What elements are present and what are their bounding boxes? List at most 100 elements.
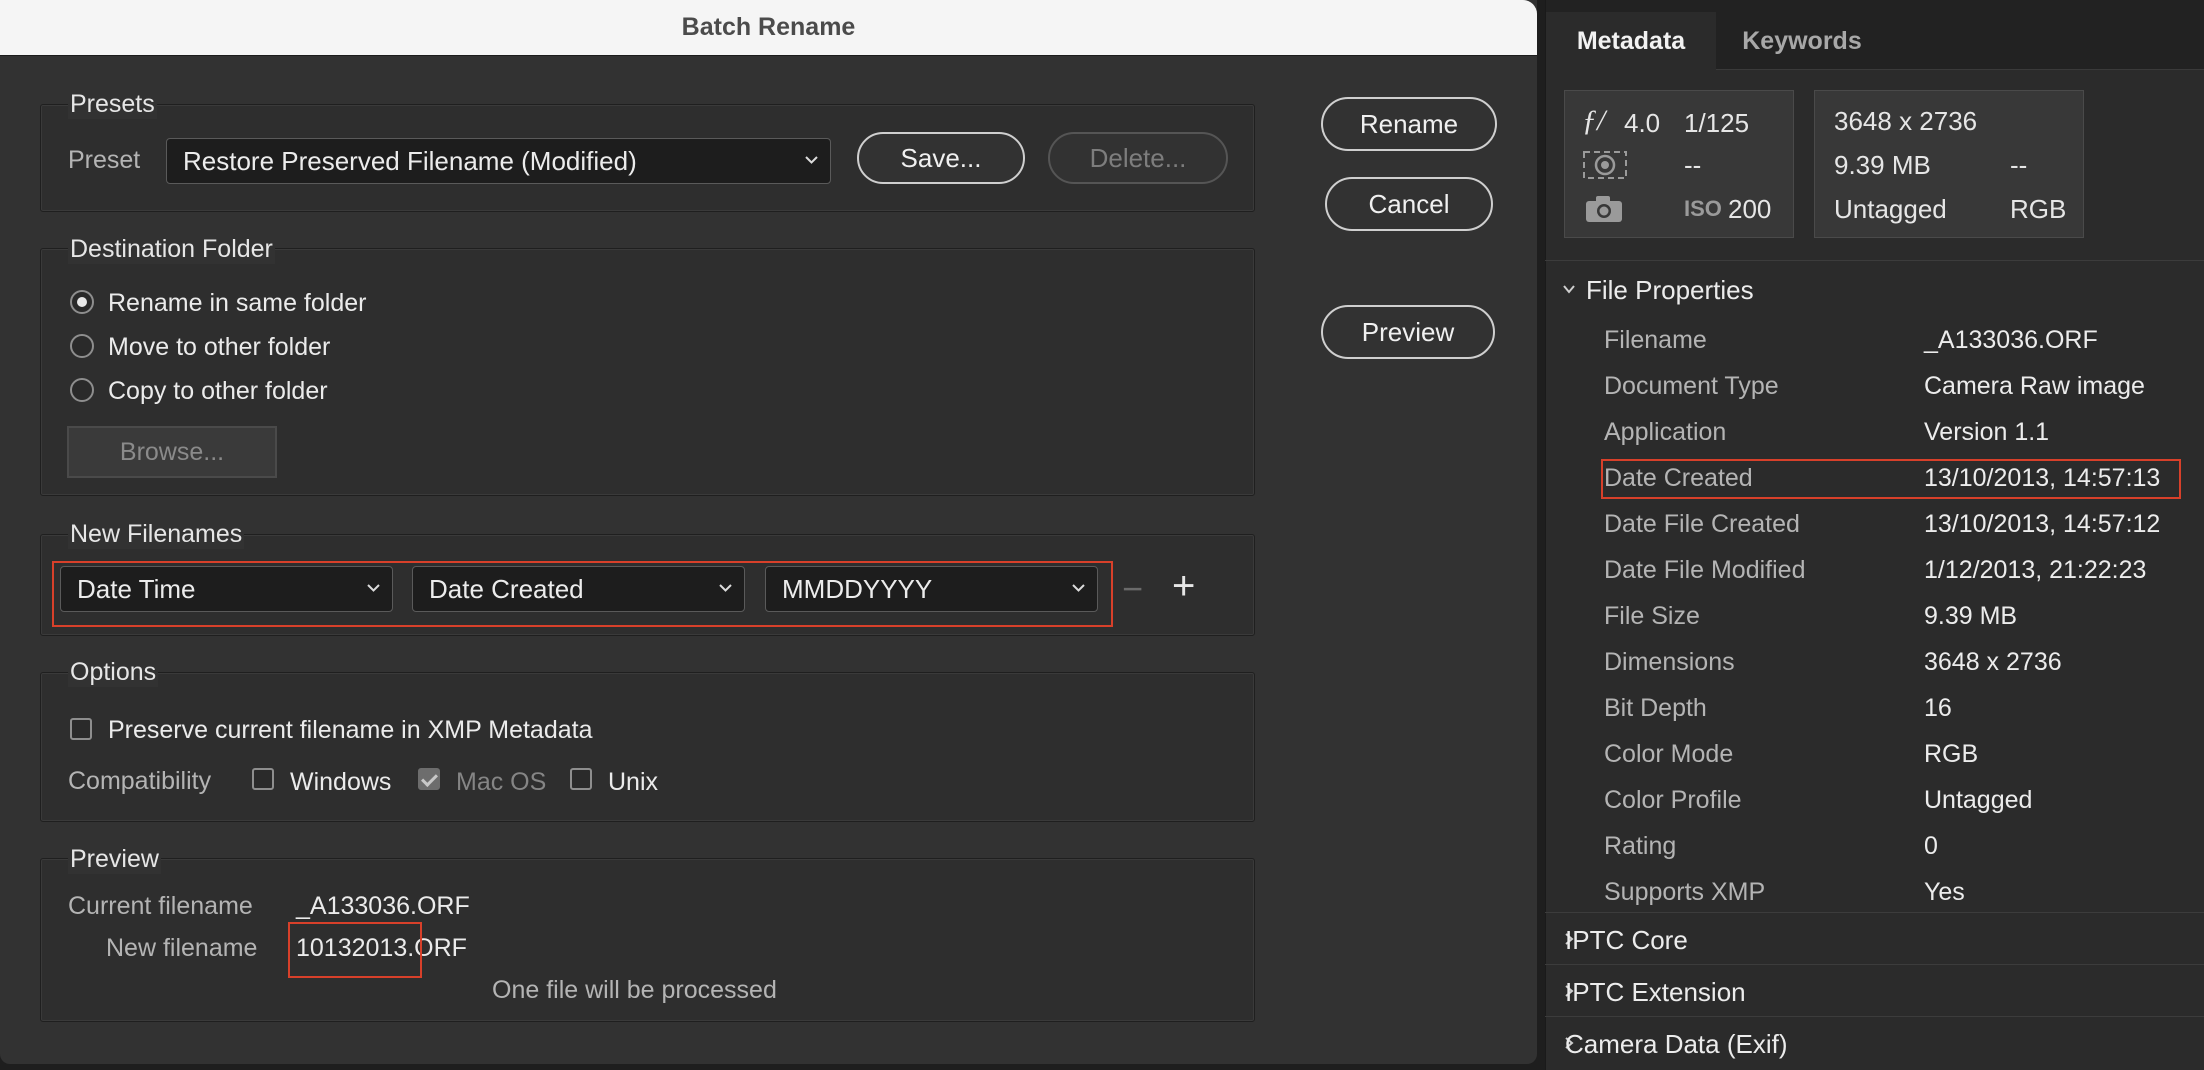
compat-macos-label: Mac OS xyxy=(456,768,547,796)
panel-divider xyxy=(1545,1016,2204,1017)
prop-file-size-value: 9.39 MB xyxy=(1924,602,2018,630)
preserve-filename-checkbox[interactable] xyxy=(70,718,92,740)
iso-value: 200 xyxy=(1728,194,1772,224)
prop-application-value: Version 1.1 xyxy=(1924,418,2050,446)
image-file-size: 9.39 MB xyxy=(1834,150,1931,180)
rename-button[interactable]: Rename xyxy=(1321,97,1497,151)
add-field-button[interactable]: + xyxy=(1172,564,1195,609)
prop-bit-depth-key: Bit Depth xyxy=(1604,694,1707,722)
current-filename-label: Current filename xyxy=(68,892,253,920)
prop-dimensions-key: Dimensions xyxy=(1604,648,1735,676)
chevron-down-icon xyxy=(367,584,380,592)
presets-legend: Presets xyxy=(68,90,157,119)
prop-document-type-value: Camera Raw image xyxy=(1924,372,2145,400)
prop-date-file-modified-value: 1/12/2013, 21:22:23 xyxy=(1924,556,2147,584)
tab-metadata[interactable]: Metadata xyxy=(1546,12,1716,70)
prop-color-mode-value: RGB xyxy=(1924,740,1979,768)
aperture-symbol: ƒ/ xyxy=(1582,104,1606,137)
prop-color-profile-key: Color Profile xyxy=(1604,786,1742,814)
radio-copy-folder[interactable] xyxy=(70,378,94,402)
panel-tabs: Metadata Keywords xyxy=(1546,0,2204,70)
compatibility-label: Compatibility xyxy=(68,767,212,795)
preview-legend: Preview xyxy=(68,845,161,874)
prop-supports-xmp-value: Yes xyxy=(1924,878,1965,906)
camera-data-exif-header[interactable]: Camera Data (Exif) xyxy=(1565,1029,1788,1060)
filename-field2-select[interactable]: Date Created xyxy=(412,566,745,612)
image-dimensions: 3648 x 2736 xyxy=(1834,106,1978,136)
iptc-core-header[interactable]: IPTC Core xyxy=(1565,925,1688,956)
image-resolution: -- xyxy=(2010,150,2028,180)
compat-macos-checkbox[interactable] xyxy=(418,768,440,790)
prop-file-size-key: File Size xyxy=(1604,602,1700,630)
compat-unix-label: Unix xyxy=(608,768,659,796)
prop-date-created-key: Date Created xyxy=(1604,464,1753,492)
chevron-down-icon xyxy=(1072,584,1085,592)
remove-field-button[interactable]: − xyxy=(1122,568,1143,610)
panel-divider xyxy=(1545,912,2204,913)
shutter-value: 1/125 xyxy=(1684,108,1750,138)
radio-same-folder[interactable] xyxy=(70,290,94,314)
prop-application-key: Application xyxy=(1604,418,1727,446)
metering-value: -- xyxy=(1684,150,1702,180)
panel-divider xyxy=(1545,260,2204,261)
filename-field2-value: Date Created xyxy=(429,573,584,604)
prop-date-created-value: 13/10/2013, 14:57:13 xyxy=(1924,464,2161,492)
prop-dimensions-value: 3648 x 2736 xyxy=(1924,648,2062,676)
delete-preset-button[interactable]: Delete... xyxy=(1048,132,1228,184)
prop-rating-key: Rating xyxy=(1604,832,1677,860)
dialog-title: Batch Rename xyxy=(681,13,856,41)
save-preset-button[interactable]: Save... xyxy=(857,132,1025,184)
radio-same-folder-label: Rename in same folder xyxy=(108,289,367,317)
prop-color-mode-key: Color Mode xyxy=(1604,740,1734,768)
image-color-mode: RGB xyxy=(2010,194,2067,224)
destination-legend: Destination Folder xyxy=(68,235,275,264)
metering-icon xyxy=(1583,151,1627,179)
prop-filename-key: Filename xyxy=(1604,326,1707,354)
chevron-down-icon xyxy=(805,156,818,164)
batch-rename-dialog: Batch Rename Presets Preset Restore Pres… xyxy=(0,0,1537,1064)
iso-label: ISO xyxy=(1684,196,1722,221)
filename-field1-select[interactable]: Date Time xyxy=(60,566,393,612)
prop-date-file-created-key: Date File Created xyxy=(1604,510,1800,538)
camera-icon xyxy=(1586,196,1622,222)
cancel-button[interactable]: Cancel xyxy=(1325,177,1493,231)
file-properties-header[interactable]: File Properties xyxy=(1586,275,1754,306)
browse-button[interactable]: Browse... xyxy=(67,426,277,478)
radio-move-folder[interactable] xyxy=(70,334,94,358)
prop-supports-xmp-key: Supports XMP xyxy=(1604,878,1766,906)
prop-date-file-created-value: 13/10/2013, 14:57:12 xyxy=(1924,510,2161,538)
prop-date-file-modified-key: Date File Modified xyxy=(1604,556,1806,584)
preset-label: Preset xyxy=(68,146,141,174)
new-filename-label: New filename xyxy=(106,934,258,962)
dialog-titlebar: Batch Rename xyxy=(0,0,1537,56)
prop-color-profile-value: Untagged xyxy=(1924,786,2033,814)
filename-field3-select[interactable]: MMDDYYYY xyxy=(765,566,1098,612)
new-filename-value: 10132013.ORF xyxy=(296,934,467,962)
compat-unix-checkbox[interactable] xyxy=(570,768,592,790)
aperture-value: 4.0 xyxy=(1624,108,1661,138)
chevron-down-icon xyxy=(719,584,732,592)
filename-field1-value: Date Time xyxy=(77,573,196,604)
preset-select-value: Restore Preserved Filename (Modified) xyxy=(183,145,637,176)
preset-select[interactable]: Restore Preserved Filename (Modified) xyxy=(166,138,831,184)
image-color-profile: Untagged xyxy=(1834,194,1947,224)
prop-rating-value: 0 xyxy=(1924,832,1938,860)
radio-move-folder-label: Move to other folder xyxy=(108,333,331,361)
chevron-down-icon[interactable] xyxy=(1562,282,1576,296)
prop-bit-depth-value: 16 xyxy=(1924,694,1952,722)
preserve-filename-label: Preserve current filename in XMP Metadat… xyxy=(108,716,593,744)
options-legend: Options xyxy=(68,658,159,687)
compat-windows-checkbox[interactable] xyxy=(252,768,274,790)
prop-document-type-key: Document Type xyxy=(1604,372,1779,400)
files-processed-status: One file will be processed xyxy=(492,976,777,1004)
preview-button[interactable]: Preview xyxy=(1321,305,1495,359)
current-filename-value: _A133036.ORF xyxy=(296,892,470,920)
prop-filename-value: _A133036.ORF xyxy=(1924,326,2098,354)
filename-field3-value: MMDDYYYY xyxy=(782,573,933,604)
new-filenames-legend: New Filenames xyxy=(68,520,245,549)
tab-keywords[interactable]: Keywords xyxy=(1716,12,1888,70)
iptc-extension-header[interactable]: IPTC Extension xyxy=(1565,977,1746,1008)
radio-copy-folder-label: Copy to other folder xyxy=(108,377,328,405)
panel-divider xyxy=(1545,964,2204,965)
compat-windows-label: Windows xyxy=(290,768,392,796)
